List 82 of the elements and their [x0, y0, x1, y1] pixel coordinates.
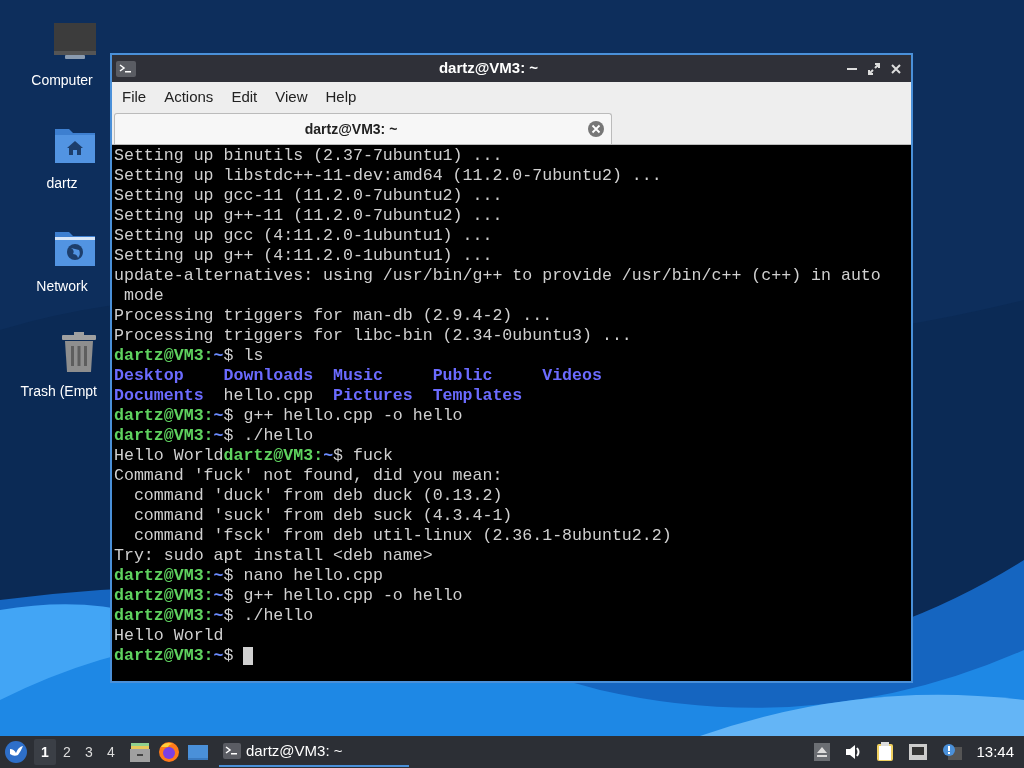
desktop-icon-label[interactable]: dartz [27, 173, 97, 194]
command-text: $ ls [223, 346, 264, 366]
file-cabinet-icon[interactable] [129, 741, 151, 763]
prompt-user: dartz@VM3: [114, 566, 214, 586]
terminal-tab[interactable]: dartz@VM3: ~ [114, 113, 612, 144]
workspace-button[interactable]: 2 [56, 739, 78, 765]
command-text: $ ./hello [223, 606, 314, 626]
clock[interactable]: 13:44 [976, 740, 1014, 764]
directory-name: Desktop [114, 366, 184, 385]
eject-icon[interactable] [814, 743, 831, 761]
terminal-icon [223, 743, 241, 759]
computer-icon[interactable] [53, 22, 97, 62]
menu-item[interactable]: View [269, 85, 314, 109]
window-title: dartz@VM3: ~ [437, 58, 540, 79]
menu-item[interactable]: Help [319, 85, 363, 109]
directory-name: Videos [542, 366, 602, 385]
close-icon [890, 62, 902, 75]
output-line: command 'duck' from deb duck (0.13.2) [132, 486, 503, 506]
output-line: Setting up g++-11 (11.2.0-7ubuntu2) ... [114, 206, 503, 226]
taskbar-window-button[interactable]: dartz@VM3: ~ [219, 737, 409, 767]
workspace-button[interactable]: 1 [34, 739, 56, 765]
workspace-button[interactable]: 4 [100, 739, 122, 765]
output-line: Processing triggers for man-db (2.9.4-2) ... [114, 306, 553, 326]
output-line: Setting up g++ (4:11.2.0-1ubuntu1) ... [114, 246, 493, 266]
prompt-path: ~ [213, 606, 224, 626]
directory-name: Music [333, 366, 383, 385]
output-line: Setting up gcc-11 (11.2.0-7ubuntu2) ... [114, 186, 503, 206]
output-line: command 'fsck' from deb util-linux (2.36.1-8ubuntu2.2) [132, 526, 672, 546]
prompt-user: dartz@VM3: [114, 606, 214, 626]
prompt-user: dartz@VM3: [114, 406, 214, 426]
output-line: mode [122, 286, 164, 306]
prompt-path: ~ [213, 586, 224, 606]
output-line: Processing triggers for libc-bin (2.34-0ubuntu3) ... [114, 326, 632, 346]
command-text: $ g++ hello.cpp -o hello [223, 586, 463, 606]
terminal-icon [116, 60, 136, 77]
output-line: Try: sudo apt install <deb name> [114, 546, 433, 566]
command-text: $ g++ hello.cpp -o hello [223, 406, 463, 426]
file-name: hello.cpp [223, 386, 314, 405]
desktop-icon-label[interactable]: Trash (Empt [20, 381, 97, 402]
prompt-user: dartz@VM3: [114, 346, 214, 366]
output-line: Setting up libstdc++-11-dev:amd64 (11.2.0-7ubuntu2) ... [114, 166, 662, 186]
directory-name: Downloads [223, 366, 314, 385]
desktop-icon-label[interactable]: Network [27, 276, 97, 297]
menu-item[interactable]: File [116, 85, 153, 109]
command-text: $ ./hello [223, 426, 314, 446]
output-line: command 'suck' from deb suck (4.3.4-1) [132, 506, 513, 526]
prompt-path: ~ [213, 426, 224, 446]
menu-item[interactable]: Edit [225, 85, 264, 109]
prompt-user: dartz@VM3: [223, 446, 324, 466]
clipboard-icon[interactable] [876, 742, 895, 762]
output-line: Setting up gcc (4:11.2.0-1ubuntu1) ... [114, 226, 493, 246]
minimize-icon [847, 67, 857, 70]
directory-name: Documents [114, 386, 204, 405]
directory-name: Pictures [333, 386, 413, 405]
trash-icon[interactable] [61, 331, 97, 373]
command-text: $ [223, 646, 235, 666]
output-line: Hello World [114, 626, 224, 646]
prompt-path: ~ [213, 566, 224, 586]
prompt-path: ~ [213, 406, 224, 426]
desktop-icon-label[interactable]: Computer [27, 70, 97, 91]
prompt-user: dartz@VM3: [114, 586, 214, 606]
command-text: $ nano hello.cpp [223, 566, 383, 586]
notification-icon[interactable] [942, 743, 963, 761]
directory-name: Templates [432, 386, 523, 405]
browser-icon[interactable] [158, 741, 180, 763]
output-line: Command 'fuck' not found, did you mean: [114, 466, 503, 486]
output-line: update-alternatives: using /usr/bin/g++ to provide /usr/bin/c++ (c++) in auto [114, 266, 881, 286]
output-text: Hello World [114, 446, 224, 466]
menu-item[interactable]: Actions [158, 85, 220, 109]
prompt-user: dartz@VM3: [114, 426, 214, 446]
workspace-button[interactable]: 3 [78, 739, 100, 765]
network-icon[interactable] [908, 743, 929, 761]
prompt-user: dartz@VM3: [114, 646, 214, 666]
directory-name: Public [432, 366, 493, 385]
prompt-path: ~ [323, 446, 334, 466]
prompt-path: ~ [213, 346, 224, 366]
output-line: Setting up binutils (2.37-7ubuntu1) ... [114, 146, 503, 166]
maximize-icon [868, 62, 880, 75]
prompt-path: ~ [213, 646, 224, 666]
app-menu-icon[interactable] [4, 740, 28, 764]
close-tab-icon[interactable] [587, 120, 605, 138]
command-text: $ fuck [333, 446, 393, 466]
